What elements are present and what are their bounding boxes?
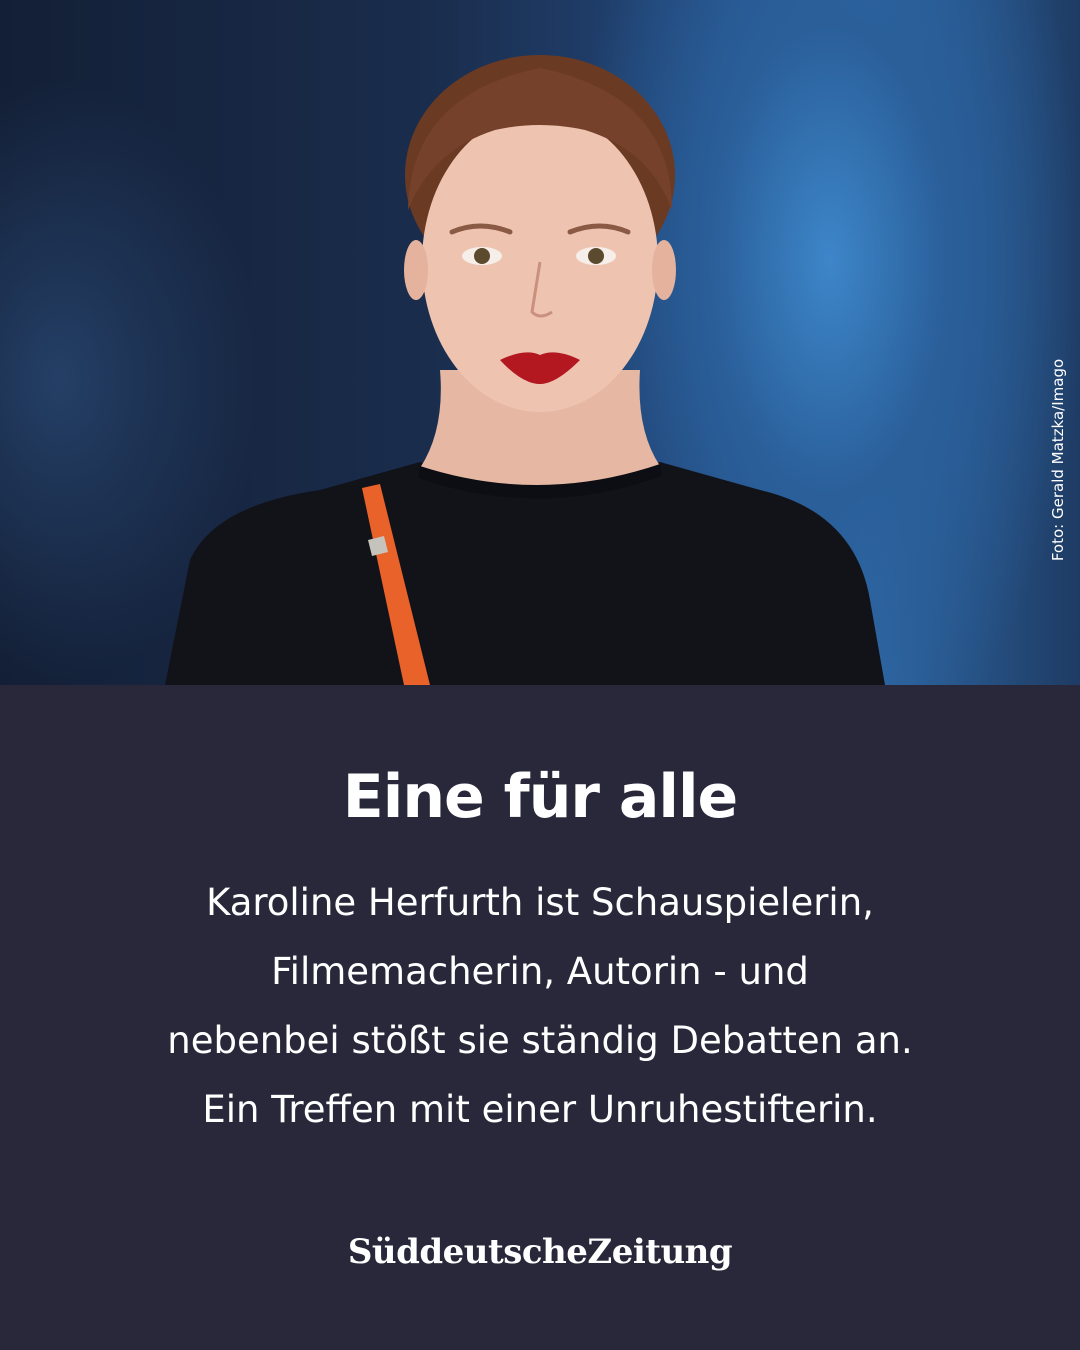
teaser: Karoline Herfurth ist Schauspielerin, Fi…: [100, 868, 980, 1144]
sz-logo: SüddeutscheZeitung: [347, 1232, 733, 1272]
headline: Eine für alle: [342, 762, 738, 832]
photo-credit: Foto: Gerald Matzka/Imago: [1049, 358, 1067, 562]
teaser-line: Karoline Herfurth ist Schauspielerin,: [206, 881, 874, 924]
portrait-photo: Foto: Gerald Matzka/Imago: [0, 0, 1080, 685]
portrait-illustration: [165, 55, 885, 685]
teaser-line: nebenbei stößt sie ständig Debatten an.: [167, 1019, 913, 1062]
teaser-line: Filmemacherin, Autorin - und: [271, 950, 809, 993]
teaser-line: Ein Treffen mit einer Unruhestifterin.: [202, 1088, 878, 1131]
